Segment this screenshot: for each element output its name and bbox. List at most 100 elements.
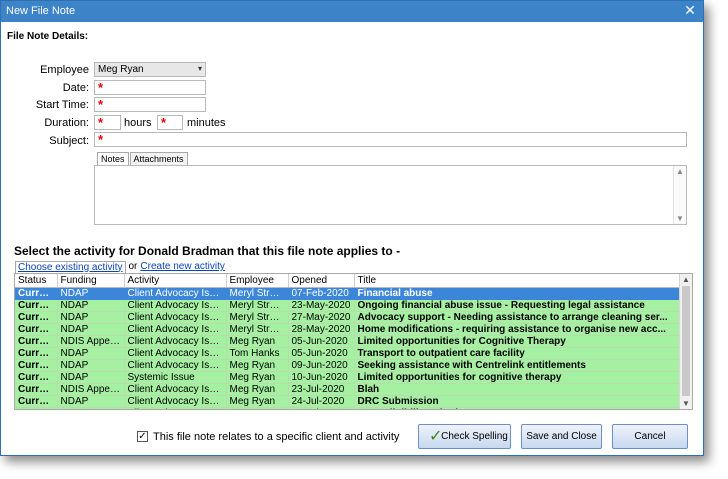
- table-row[interactable]: CurrentNDIS AppealsClient Advocacy Issue…: [15, 407, 680, 409]
- date-field[interactable]: *: [94, 80, 206, 95]
- cell-opened: 27-May-2020: [288, 311, 355, 324]
- column-header-opened[interactable]: Opened: [288, 274, 355, 288]
- create-new-activity-link[interactable]: Create new activity: [140, 261, 224, 272]
- scroll-thumb[interactable]: [682, 286, 690, 396]
- save-and-close-button[interactable]: Save and Close: [521, 424, 602, 449]
- cell-status: Current: [15, 407, 58, 409]
- tab-attachments[interactable]: Attachments: [129, 152, 188, 165]
- or-text: or: [128, 261, 138, 272]
- cell-title: Limited opportunities for Cognitive Ther…: [354, 335, 680, 348]
- cell-funding: NDAP: [57, 347, 125, 360]
- cell-employee: Meg Ryan: [226, 395, 289, 408]
- cell-employee: Meryl Streep: [226, 311, 289, 324]
- cell-status: Current: [15, 359, 58, 372]
- choose-existing-activity-link[interactable]: Choose existing activity: [15, 260, 126, 273]
- cell-status: Current: [15, 383, 58, 396]
- subject-field[interactable]: *: [94, 132, 687, 147]
- employee-combo[interactable]: Meg Ryan ▾: [94, 62, 206, 77]
- cell-activity: Client Advocacy Issue: [124, 383, 227, 396]
- cell-employee: Meryl Streep: [226, 287, 289, 300]
- cell-employee: Meg Ryan: [226, 407, 289, 409]
- required-marker: *: [161, 115, 167, 130]
- specific-client-checkbox[interactable]: ✓: [137, 431, 148, 442]
- cell-employee: Meryl Streep: [226, 323, 289, 336]
- notes-tab-strip: Notes Attachments: [97, 152, 189, 165]
- activity-heading: Select the activity for Donald Bradman t…: [14, 244, 401, 258]
- checkmark-icon: ✓: [429, 428, 443, 445]
- cell-title: DRC Submission: [354, 395, 680, 408]
- cell-opened: 23-Jul-2020: [288, 383, 355, 396]
- tab-notes[interactable]: Notes: [97, 152, 129, 165]
- required-marker: *: [98, 97, 104, 112]
- column-header-funding[interactable]: Funding: [57, 274, 125, 288]
- table-row[interactable]: Current NDAP Client Advocacy Issue Meryl St…: [15, 299, 680, 312]
- notes-scrollbar[interactable]: ▲ ▼: [673, 166, 686, 224]
- scroll-down-icon[interactable]: ▼: [676, 214, 684, 223]
- scroll-up-icon[interactable]: ▲: [676, 167, 684, 176]
- column-header-activity[interactable]: Activity: [124, 274, 227, 288]
- cell-status: Current: [15, 323, 58, 336]
- cell-opened: 27-Jul-2020: [288, 407, 355, 409]
- cell-funding: NDAP: [57, 395, 125, 408]
- table-row[interactable]: Current NDAP Client Advocacy Issue Meg Ryan…: [15, 359, 680, 372]
- scroll-down-icon[interactable]: ▼: [682, 399, 690, 408]
- cell-activity: Client Advocacy Issue: [124, 347, 227, 360]
- window-title: New File Note: [6, 5, 76, 17]
- cell-opened: 24-Jul-2020: [288, 395, 355, 408]
- grid-scrollbar[interactable]: ▲ ▼: [679, 274, 692, 409]
- cell-opened: 09-Jun-2020: [288, 359, 355, 372]
- title-bar: New File Note ✕: [1, 1, 703, 22]
- hours-label: hours: [124, 117, 152, 129]
- activity-choice-tabs: Choose existing activity or Create new a…: [15, 260, 225, 273]
- table-row[interactable]: CurrentNDIS AppealsClient Advocacy Issue…: [15, 335, 680, 348]
- table-row[interactable]: Current NDAP Systemic Issue Meg Ryan 10-Jun-…: [15, 371, 680, 384]
- table-row[interactable]: Current NDAP Client Advocacy Issue Meg Ryan…: [15, 395, 680, 408]
- scroll-up-icon[interactable]: ▲: [682, 275, 690, 284]
- checkbox-label: This file note relates to a specific cli…: [153, 431, 400, 443]
- cell-title: NDIS eligibility criteria: [354, 407, 680, 409]
- cell-activity: Client Advocacy Issue: [124, 407, 227, 409]
- required-marker: *: [98, 115, 104, 130]
- cell-funding: NDAP: [57, 299, 125, 312]
- start-time-field[interactable]: *: [94, 97, 206, 112]
- cell-status: Current: [15, 299, 58, 312]
- cell-activity: Client Advocacy Issue: [124, 311, 227, 324]
- cell-opened: 05-Jun-2020: [288, 335, 355, 348]
- duration-hours-field[interactable]: *: [94, 115, 121, 130]
- column-header-employee[interactable]: Employee: [226, 274, 289, 288]
- cell-activity: Client Advocacy Issue: [124, 299, 227, 312]
- cancel-button[interactable]: Cancel: [612, 424, 688, 449]
- new-file-note-window: New File Note ✕ File Note Details: Emplo…: [0, 0, 704, 456]
- cell-funding: NDAP: [57, 359, 125, 372]
- cell-status: Current: [15, 347, 58, 360]
- required-marker: *: [98, 80, 104, 95]
- activity-grid: Status Funding Activity Employee Opened …: [14, 273, 693, 410]
- table-row[interactable]: Current NDAP Client Advocacy Issue Meryl St…: [15, 311, 680, 324]
- table-row[interactable]: Current NDAP Client Advocacy Issue Meryl St…: [15, 323, 680, 336]
- table-row[interactable]: Current NDAP Client Advocacy Issue Meryl St…: [15, 287, 680, 300]
- check-spelling-button[interactable]: ✓ Check Spelling: [418, 424, 511, 449]
- chevron-down-icon: ▾: [197, 64, 202, 73]
- duration-label: Duration:: [44, 117, 89, 129]
- cell-opened: 05-Jun-2020: [288, 347, 355, 360]
- duration-minutes-field[interactable]: *: [157, 115, 183, 130]
- cell-opened: 28-May-2020: [288, 323, 355, 336]
- notes-textarea[interactable]: ▲ ▼: [94, 165, 687, 225]
- close-icon[interactable]: ✕: [681, 3, 699, 19]
- cell-title: Transport to outpatient care facility: [354, 347, 680, 360]
- cell-employee: Meryl Streep: [226, 299, 289, 312]
- table-row[interactable]: Current NDAP Client Advocacy Issue Tom Hank…: [15, 347, 680, 360]
- column-header-status[interactable]: Status: [15, 274, 58, 288]
- cell-employee: Meg Ryan: [226, 371, 289, 384]
- cell-title: Ongoing financial abuse issue - Requesti…: [354, 299, 680, 312]
- cell-opened: 23-May-2020: [288, 299, 355, 312]
- table-header-row: Status Funding Activity Employee Opened …: [15, 274, 680, 288]
- cell-funding: NDIS Appeals: [57, 383, 125, 396]
- cell-funding: NDAP: [57, 371, 125, 384]
- table-row[interactable]: CurrentNDIS AppealsClient Advocacy Issue…: [15, 383, 680, 396]
- cell-activity: Client Advocacy Issue: [124, 335, 227, 348]
- cell-title: Limited opportunities for cognitive ther…: [354, 371, 680, 384]
- column-header-title[interactable]: Title: [354, 274, 680, 288]
- start-time-label: Start Time:: [35, 99, 89, 111]
- cell-status: Current: [15, 287, 58, 300]
